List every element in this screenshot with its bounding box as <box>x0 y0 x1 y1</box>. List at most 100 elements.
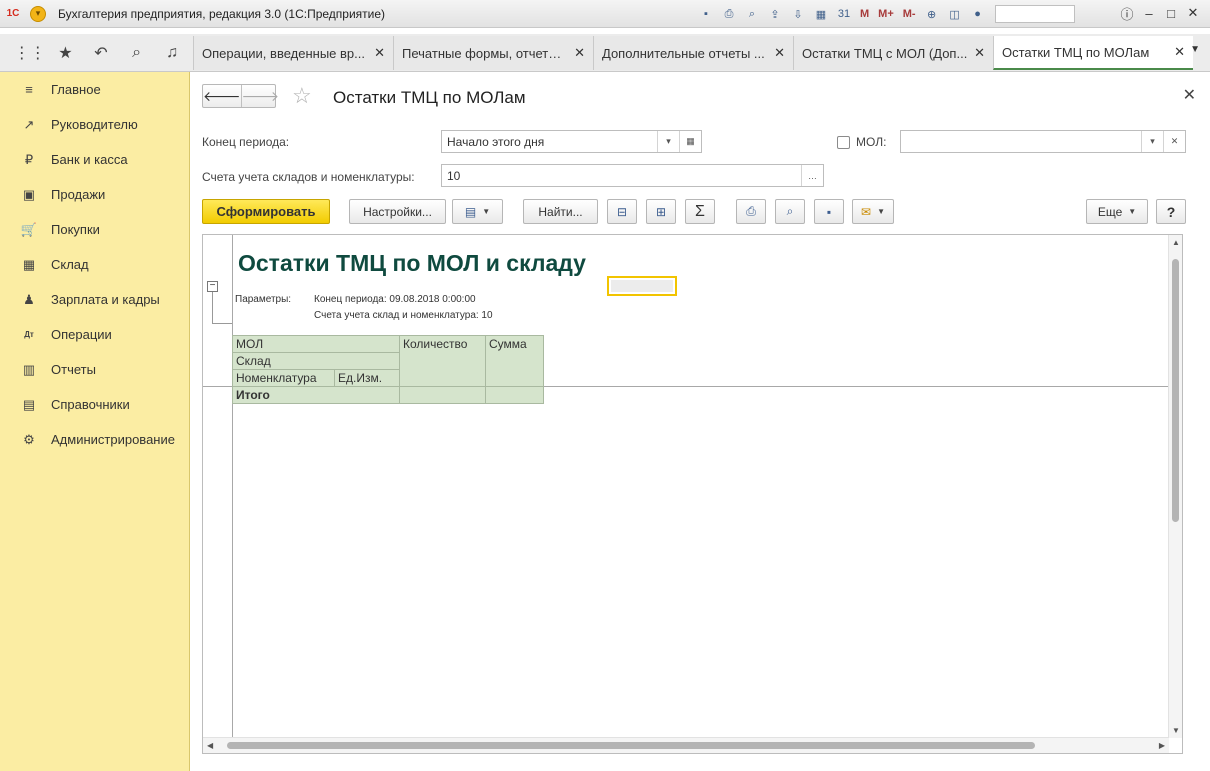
sidebar-item-label: Главное <box>51 82 101 97</box>
print-button[interactable]: ⎙ <box>736 199 766 224</box>
horizontal-scrollbar[interactable]: ◀ ▶ <box>203 737 1169 753</box>
sidebar-item-bank[interactable]: ₽ Банк и касса <box>0 142 189 177</box>
print-icon: ⎙ <box>746 204 756 218</box>
print-icon[interactable]: ⎙ <box>719 5 739 23</box>
tab-label: Операции, введенные вр... <box>202 45 365 61</box>
collapse-group-icon[interactable]: − <box>207 281 218 292</box>
notifications-bell-icon[interactable]: ♫ <box>154 41 190 65</box>
memory-m-button[interactable]: M <box>857 5 872 23</box>
sidebar-item-purchases[interactable]: 🛒 Покупки <box>0 212 189 247</box>
search-icon[interactable]: ⌕ <box>119 41 155 65</box>
selected-cell[interactable] <box>607 276 677 296</box>
memory-plus-button[interactable]: M+ <box>875 5 897 23</box>
sum-button[interactable]: Σ <box>685 199 715 224</box>
sidebar-item-warehouse[interactable]: ▦ Склад <box>0 247 189 282</box>
collapse-groups-icon: ⊟ <box>616 204 628 219</box>
mol-checkbox[interactable] <box>837 136 850 149</box>
mol-field[interactable]: ▾ ✕ <box>900 130 1186 153</box>
zoom-icon[interactable]: ⊕ <box>922 5 942 23</box>
forward-arrow-icon[interactable]: 🡒 <box>242 85 280 107</box>
period-field[interactable]: Начало этого дня ▾ ▦ <box>441 130 702 153</box>
variants-button[interactable]: ▤ ▼ <box>452 199 503 224</box>
sidebar-item-sales[interactable]: ▣ Продажи <box>0 177 189 212</box>
horizontal-scroll-thumb[interactable] <box>227 742 1035 749</box>
user-icon[interactable]: ● <box>968 5 988 23</box>
vertical-scroll-thumb[interactable] <box>1172 259 1179 522</box>
tab-close-icon[interactable]: ✕ <box>1174 44 1185 60</box>
save-button[interactable]: ▪ <box>814 199 844 224</box>
scroll-down-icon[interactable]: ▼ <box>1172 726 1180 735</box>
calendar-icon[interactable]: ▦ <box>679 131 701 152</box>
scroll-left-icon[interactable]: ◀ <box>207 741 213 750</box>
total-quantity-cell[interactable] <box>399 386 486 404</box>
sidebar-item-references[interactable]: ▤ Справочники <box>0 387 189 422</box>
calculator-icon[interactable]: ▦ <box>811 5 831 23</box>
minimize-icon[interactable]: – <box>1138 4 1160 22</box>
chevron-down-icon[interactable]: ▾ <box>1141 131 1163 152</box>
sidebar-item-reports[interactable]: ▥ Отчеты <box>0 352 189 387</box>
download-icon[interactable]: ⇩ <box>788 5 808 23</box>
clear-icon[interactable]: ✕ <box>1163 131 1185 152</box>
send-email-button[interactable]: ✉ ▼ <box>852 199 894 224</box>
tab-close-icon[interactable]: ✕ <box>374 45 385 61</box>
main-menu-button[interactable]: ▾ <box>30 5 46 22</box>
close-icon[interactable]: ✕ <box>1182 4 1204 22</box>
user-name-field[interactable] <box>994 5 1075 23</box>
header-mol[interactable]: МОЛ <box>232 335 400 353</box>
generate-button[interactable]: Сформировать <box>202 199 330 224</box>
group-collapse-button[interactable]: ⊟ <box>607 199 637 224</box>
report-document[interactable]: Остатки ТМЦ по МОЛ и складу − Параметры:… <box>202 234 1183 754</box>
header-warehouse[interactable]: Склад <box>232 352 400 370</box>
sidebar-item-label: Продажи <box>51 187 106 202</box>
panels-icon[interactable]: ◫ <box>945 5 965 23</box>
tab-close-icon[interactable]: ✕ <box>574 45 585 61</box>
header-unit[interactable]: Ед.Изм. <box>334 369 400 387</box>
preview-button[interactable]: ⌕ <box>775 199 805 224</box>
memory-minus-button[interactable]: M- <box>900 5 919 23</box>
sidebar-item-admin[interactable]: ⚙ Администрирование <box>0 422 189 457</box>
header-sum[interactable]: Сумма <box>485 335 544 387</box>
cart-icon: 🛒 <box>20 221 38 237</box>
header-nomenclature[interactable]: Номенклатура <box>232 369 335 387</box>
group-bracket-foot <box>212 323 232 324</box>
favorites-star-icon[interactable]: ★ <box>48 41 84 65</box>
close-form-icon[interactable]: ✕ <box>1183 85 1196 105</box>
scroll-right-icon[interactable]: ▶ <box>1159 741 1165 750</box>
back-arrow-icon[interactable]: 🡐 <box>203 85 242 107</box>
sidebar-item-operations[interactable]: Дт Операции <box>0 317 189 352</box>
history-icon[interactable]: ↶ <box>83 41 119 65</box>
header-quantity[interactable]: Количество <box>399 335 486 387</box>
chevron-down-icon: ▼ <box>877 207 885 216</box>
ellipsis-icon[interactable]: … <box>801 165 823 186</box>
chevron-down-icon[interactable]: ▾ <box>657 131 679 152</box>
scroll-up-icon[interactable]: ▲ <box>1172 238 1180 247</box>
vertical-scrollbar[interactable]: ▲ ▼ <box>1168 235 1182 738</box>
tabs-dropdown-icon[interactable]: ▼ <box>1190 44 1200 55</box>
total-sum-cell[interactable] <box>485 386 544 404</box>
sidebar-item-main[interactable]: ≡ Главное <box>0 72 189 107</box>
help-button[interactable]: ? <box>1156 199 1186 224</box>
sidebar-item-salary[interactable]: ♟ Зарплата и кадры <box>0 282 189 317</box>
tab-additional-reports[interactable]: Дополнительные отчеты ... ✕ <box>593 36 793 70</box>
tab-stock-by-mol[interactable]: Остатки ТМЦ по МОЛам ✕ <box>993 36 1193 70</box>
apps-grid-icon[interactable]: ⋮⋮ <box>12 41 48 65</box>
sidebar-item-manager[interactable]: ↗ Руководителю <box>0 107 189 142</box>
tab-close-icon[interactable]: ✕ <box>774 45 785 61</box>
settings-button[interactable]: Настройки... <box>349 199 446 224</box>
tab-close-icon[interactable]: ✕ <box>974 45 985 61</box>
tab-operations[interactable]: Операции, введенные вр... ✕ <box>193 36 393 70</box>
accounts-field[interactable]: 10 … <box>441 164 824 187</box>
total-row-label[interactable]: Итого <box>232 386 400 404</box>
upload-icon[interactable]: ⇪ <box>765 5 785 23</box>
maximize-icon[interactable]: □ <box>1160 4 1182 22</box>
favorite-star-icon[interactable]: ☆ <box>292 83 312 109</box>
calendar-icon[interactable]: 31 <box>834 5 854 23</box>
find-button[interactable]: Найти... <box>523 199 598 224</box>
group-expand-button[interactable]: ⊞ <box>646 199 676 224</box>
more-button[interactable]: Еще ▼ <box>1086 199 1148 224</box>
save-icon[interactable]: ▪ <box>696 5 716 23</box>
preview-icon[interactable]: ⌕ <box>742 5 762 23</box>
info-icon[interactable]: ⓘ <box>1116 4 1138 22</box>
tab-stock-with-mol[interactable]: Остатки ТМЦ с МОЛ (Доп... ✕ <box>793 36 993 70</box>
tab-print-forms[interactable]: Печатные формы, отчеты ... ✕ <box>393 36 593 70</box>
